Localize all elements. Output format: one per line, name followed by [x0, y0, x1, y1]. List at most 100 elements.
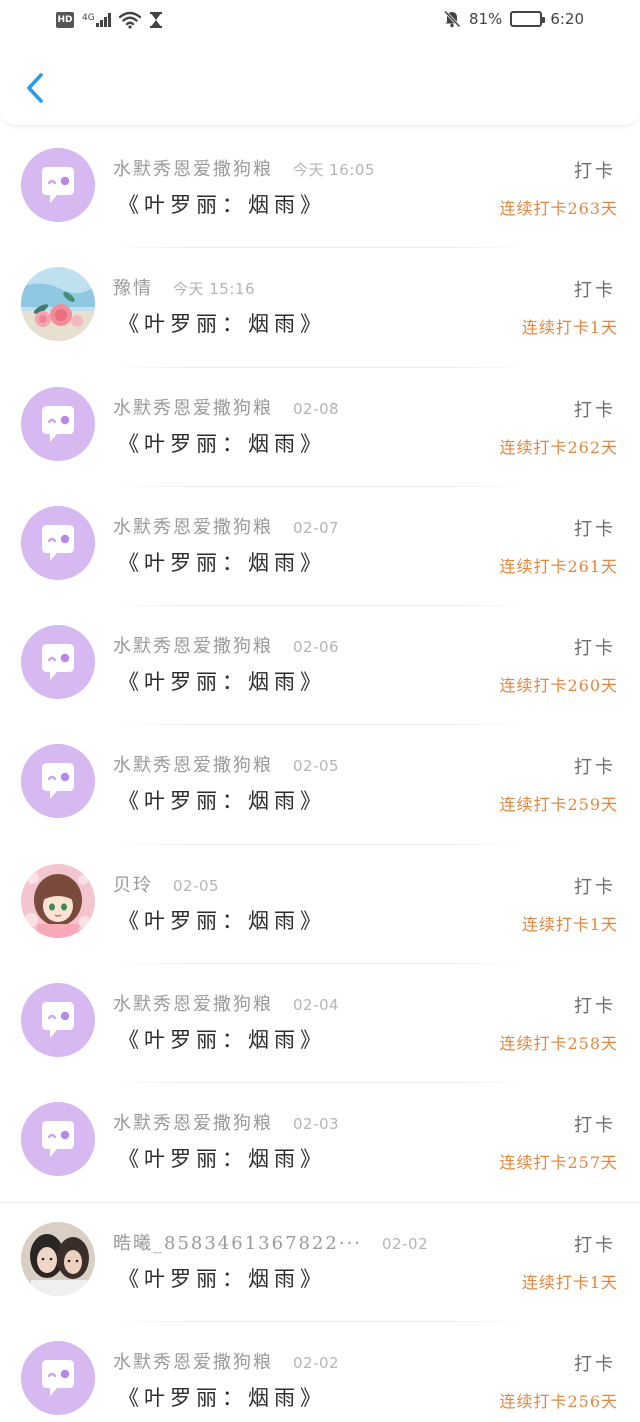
post-time: 02-03	[293, 1115, 340, 1134]
name-line: 晧曦_8583461367822··· 02-02	[113, 1229, 428, 1255]
status-right: 81% 6:20	[443, 10, 584, 28]
avatar[interactable]	[21, 863, 95, 938]
clock: 6:20	[550, 10, 584, 28]
network-type: 4G	[82, 13, 95, 23]
hd-badge: HD	[56, 12, 74, 28]
user-name[interactable]: 晧曦_8583461367822···	[113, 1229, 362, 1255]
post-time: 02-05	[173, 876, 220, 895]
post-content: 《叶罗丽：烟雨》	[118, 312, 326, 337]
avatar[interactable]	[21, 148, 95, 222]
post-content: 《叶罗丽：烟雨》	[118, 431, 326, 456]
checkin-tag: 打卡	[574, 399, 616, 421]
avatar[interactable]	[21, 983, 95, 1058]
post-time: 02-07	[293, 518, 340, 537]
post-time: 今天 15:16	[173, 280, 255, 299]
checkin-tag: 打卡	[574, 638, 616, 660]
name-line: 水默秀恩爱撒狗粮 02-04	[113, 990, 339, 1016]
post-content: 《叶罗丽：烟雨》	[118, 1266, 326, 1291]
post-time: 02-05	[293, 757, 340, 776]
status-bar: HD 4G 81% 6:20	[0, 0, 640, 44]
list-item[interactable]: 晧曦_8583461367822··· 02-02 《叶罗丽：烟雨》 打卡连续打卡1天	[0, 1203, 640, 1322]
user-name[interactable]: 水默秀恩爱撒狗粮	[113, 513, 273, 539]
post-content: 《叶罗丽：烟雨》	[118, 1147, 326, 1172]
avatar[interactable]	[21, 1221, 95, 1296]
list-item[interactable]: 水默秀恩爱撒狗粮 02-02 《叶罗丽：烟雨》 打卡连续打卡256天	[0, 1322, 640, 1422]
post-content: 《叶罗丽：烟雨》	[118, 1385, 326, 1410]
post-time: 02-06	[293, 638, 340, 657]
checkin-tag: 打卡	[574, 1115, 616, 1137]
user-name[interactable]: 豫情	[113, 274, 153, 300]
streak-count: 连续打卡262天	[499, 437, 618, 457]
streak-count: 连续打卡260天	[499, 676, 618, 696]
post-content: 《叶罗丽：烟雨》	[118, 670, 326, 695]
name-line: 水默秀恩爱撒狗粮 02-07	[113, 513, 339, 539]
avatar[interactable]	[21, 744, 95, 819]
post-content: 《叶罗丽：烟雨》	[118, 1028, 326, 1053]
streak-count: 连续打卡1天	[521, 318, 618, 338]
nav-bar	[0, 44, 640, 126]
avatar[interactable]	[21, 386, 95, 461]
checkin-tag: 打卡	[574, 996, 616, 1018]
bell-off-icon	[443, 10, 461, 28]
name-line: 水默秀恩爱撒狗粮 02-03	[113, 1109, 339, 1135]
status-left: HD 4G	[56, 11, 163, 29]
list-item[interactable]: 水默秀恩爱撒狗粮 02-06 《叶罗丽：烟雨》 打卡连续打卡260天	[0, 606, 640, 726]
battery-percent: 81%	[468, 10, 503, 28]
streak-count: 连续打卡1天	[521, 914, 618, 934]
list-item[interactable]: 豫情 今天 15:16 《叶罗丽：烟雨》 打卡连续打卡1天	[0, 248, 640, 368]
post-content: 《叶罗丽：烟雨》	[118, 193, 326, 217]
name-line: 水默秀恩爱撒狗粮 02-06	[113, 632, 339, 658]
checkin-list: 水默秀恩爱撒狗粮 今天 16:05 《叶罗丽：烟雨》 打卡 连续打卡263天 豫情 今天 1…	[0, 129, 640, 1422]
list-item[interactable]: 水默秀恩爱撒狗粮 02-05 《叶罗丽：烟雨》 打卡 连续打卡259天	[0, 725, 640, 845]
post-time: 今天 16:05	[293, 161, 375, 179]
post-time: 02-04	[293, 996, 340, 1015]
streak-count: 连续打卡256天	[499, 1391, 618, 1411]
checkin-tag: 打卡	[574, 161, 616, 182]
checkin-tag: 打卡	[574, 1353, 616, 1375]
list-item[interactable]: 水默秀恩爱撒狗粮 02-07 《叶罗丽：烟雨》 打卡 连续打卡261天	[0, 487, 640, 607]
checkin-tag: 打卡	[574, 876, 616, 898]
streak-count: 连续打卡258天	[499, 1034, 618, 1054]
signal-icon: 4G	[82, 13, 111, 27]
checkin-tag: 打卡	[574, 1234, 616, 1256]
name-line: 水默秀恩爱撒狗粮 02-02	[113, 1348, 339, 1374]
list-item[interactable]: 贝玲 02-05 《叶罗丽：烟雨》 打卡连续打卡1天	[0, 845, 640, 965]
battery-icon	[510, 11, 546, 27]
avatar[interactable]	[21, 267, 95, 342]
user-name[interactable]: 水默秀恩爱撒狗粮	[113, 155, 273, 181]
avatar[interactable]	[21, 1340, 95, 1415]
checkin-tag: 打卡	[574, 280, 616, 302]
user-name[interactable]: 水默秀恩爱撒狗粮	[113, 751, 273, 777]
user-name[interactable]: 贝玲	[113, 871, 153, 897]
user-name[interactable]: 水默秀恩爱撒狗粮	[113, 394, 273, 420]
avatar[interactable]	[21, 625, 95, 700]
list-item[interactable]: 水默秀恩爱撒狗粮 02-03 《叶罗丽：烟雨》 打卡连续打卡257天	[0, 1083, 640, 1203]
list-item[interactable]: 水默秀恩爱撒狗粮 02-04 《叶罗丽：烟雨》 打卡连续打卡258天	[0, 964, 640, 1084]
chevron-left-icon[interactable]	[22, 70, 50, 106]
post-time: 02-02	[293, 1353, 340, 1372]
list-item[interactable]: 水默秀恩爱撒狗粮 02-08 《叶罗丽：烟雨》 打卡连续打卡262天	[0, 368, 640, 487]
user-name[interactable]: 水默秀恩爱撒狗粮	[113, 632, 273, 658]
avatar[interactable]	[21, 505, 95, 580]
list-item[interactable]: 水默秀恩爱撒狗粮 今天 16:05 《叶罗丽：烟雨》 打卡连续打卡263天	[0, 129, 640, 249]
post-time: 02-02	[382, 1234, 429, 1253]
streak-count: 连续打卡257天	[499, 1153, 618, 1173]
user-name[interactable]: 水默秀恩爱撒狗粮	[113, 1348, 273, 1374]
post-content: 《叶罗丽：烟雨》	[118, 908, 326, 933]
name-line: 贝玲 02-05	[113, 871, 219, 897]
streak-count: 连续打卡1天	[521, 1272, 618, 1292]
name-line: 豫情 今天 15:16	[113, 274, 255, 300]
post-content: 《叶罗丽：烟雨》	[118, 789, 326, 814]
streak-count: 连续打卡259天	[499, 795, 618, 815]
name-line: 水默秀恩爱撒狗粮 02-08	[113, 394, 339, 420]
wifi-icon	[118, 11, 141, 29]
streak-count: 连续打卡263天	[499, 199, 618, 218]
avatar[interactable]	[21, 1102, 95, 1177]
user-name[interactable]: 水默秀恩爱撒狗粮	[113, 990, 273, 1016]
name-line: 水默秀恩爱撒狗粮 今天 16:05	[113, 155, 375, 181]
checkin-tag: 打卡	[574, 518, 616, 540]
name-line: 水默秀恩爱撒狗粮 02-05	[113, 751, 339, 777]
post-content: 《叶罗丽：烟雨》	[118, 550, 326, 575]
user-name[interactable]: 水默秀恩爱撒狗粮	[113, 1109, 273, 1135]
hourglass-icon	[149, 12, 162, 28]
